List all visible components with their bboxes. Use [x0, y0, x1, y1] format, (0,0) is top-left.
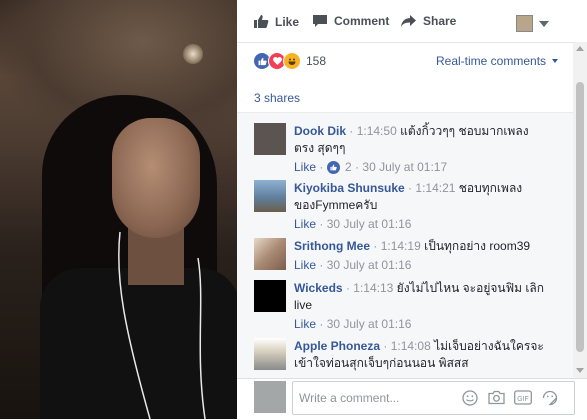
post-as-selector[interactable]: [516, 15, 549, 32]
commenter-avatar[interactable]: [254, 180, 286, 212]
haha-icon: [283, 52, 301, 70]
comment-meta: Like · 2 · 30 July at 01:17: [294, 160, 448, 175]
scrollbar[interactable]: [573, 42, 587, 378]
comment-like-link[interactable]: Like: [294, 258, 316, 272]
comment-like-link[interactable]: Like: [294, 317, 316, 331]
comment-icon: [313, 15, 327, 27]
svg-text:GIF: GIF: [517, 396, 529, 403]
comment-like-count[interactable]: 2: [345, 160, 352, 174]
comment-video-time[interactable]: 1:14:19: [381, 239, 421, 253]
comment-date[interactable]: 30 July at 01:16: [327, 317, 412, 331]
comment-meta: Like · 30 July at 01:16: [294, 217, 412, 231]
thumbs-up-icon: [254, 15, 269, 28]
gif-icon[interactable]: GIF: [514, 390, 532, 405]
emoji-icon[interactable]: [462, 390, 478, 406]
commenter-name[interactable]: Srithong Mee: [294, 239, 370, 253]
caret-down-icon: [552, 59, 559, 63]
commenter-name[interactable]: Dook Dik: [294, 124, 346, 138]
comment-button[interactable]: Comment: [312, 14, 389, 28]
comments-panel: Like Comment Share 158 Real-time comment…: [237, 0, 587, 420]
commenter-name[interactable]: Apple Phoneza: [294, 339, 380, 353]
comment-video-time[interactable]: 1:14:21: [415, 181, 455, 195]
comment-placeholder: Write a comment...: [299, 391, 400, 405]
shares-link[interactable]: 3 shares: [254, 91, 300, 105]
comment-filter-dropdown[interactable]: Real-time comments: [436, 54, 559, 68]
commenter-avatar[interactable]: [254, 238, 286, 270]
share-button[interactable]: Share: [400, 14, 456, 28]
comment-list[interactable]: Dook Dik · 1:14:50 แต้งกิ้ววๆๆ ชอบมากเพล…: [237, 112, 573, 379]
comment-video-time[interactable]: 1:14:08: [391, 339, 431, 353]
camera-icon[interactable]: [488, 390, 505, 405]
filter-label: Real-time comments: [436, 54, 547, 68]
live-video[interactable]: [0, 0, 237, 419]
comment-date[interactable]: 30 July at 01:17: [362, 160, 447, 174]
chevron-down-icon: [539, 20, 549, 27]
like-count-icon: [326, 161, 340, 175]
comment-text: เป็นทุกอย่าง room39: [424, 239, 531, 253]
avatar: [254, 381, 286, 413]
commenter-avatar[interactable]: [254, 338, 286, 370]
avatar: [516, 15, 533, 32]
commenter-avatar[interactable]: [254, 123, 286, 155]
commenter-name[interactable]: Kiyokiba Shunsuke: [294, 181, 405, 195]
like-label: Like: [275, 14, 300, 29]
like-button[interactable]: Like: [253, 14, 299, 29]
comment-input[interactable]: Write a comment... GIF: [292, 381, 575, 415]
commenter-name[interactable]: Wickeds: [294, 281, 343, 295]
scrollbar-thumb[interactable]: [576, 82, 584, 352]
comment-date[interactable]: 30 July at 01:16: [327, 217, 412, 231]
comment-date[interactable]: 30 July at 01:16: [327, 258, 412, 272]
comment-composer: Write a comment... GIF: [237, 378, 587, 420]
comment-like-link[interactable]: Like: [294, 217, 316, 231]
comment-meta: Like · 30 July at 01:16: [294, 317, 412, 331]
commenter-avatar[interactable]: [254, 280, 286, 312]
reactions-summary[interactable]: 158: [253, 52, 326, 70]
earphone-wire: [118, 231, 206, 419]
comment-like-link[interactable]: Like: [294, 160, 316, 174]
comment-meta: Like · 30 July at 01:16: [294, 258, 412, 272]
scroll-up-arrow[interactable]: [576, 46, 584, 51]
share-icon: [401, 15, 416, 27]
scroll-down-arrow[interactable]: [576, 368, 584, 373]
comment-label: Comment: [334, 14, 390, 28]
share-label: Share: [423, 14, 457, 28]
sticker-icon[interactable]: [542, 390, 558, 406]
comment-video-time[interactable]: 1:14:13: [353, 281, 393, 295]
comment-video-time[interactable]: 1:14:50: [357, 124, 397, 138]
reaction-count: 158: [306, 54, 327, 68]
action-bar: Like Comment Share: [237, 0, 573, 43]
